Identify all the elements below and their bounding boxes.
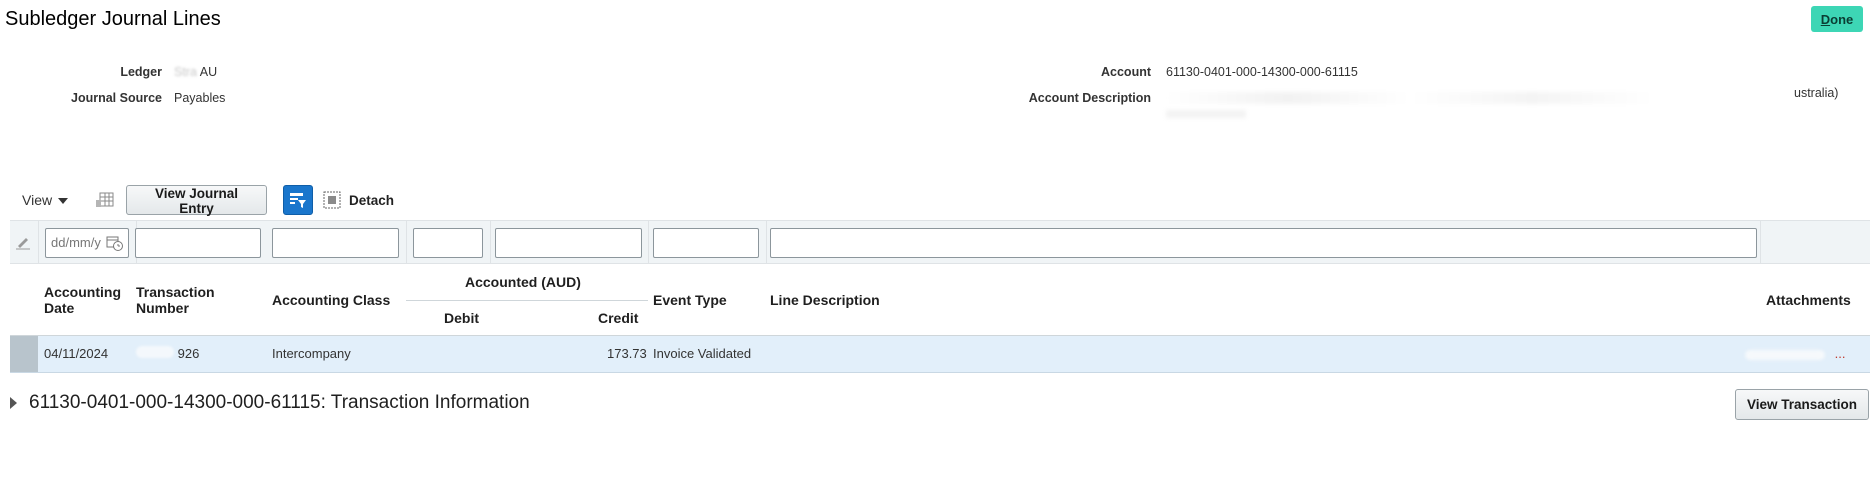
col-debit[interactable]: Debit (444, 310, 479, 326)
done-label: one (1830, 11, 1854, 27)
cell-transaction-number-text: 926 (177, 346, 200, 361)
debit-filter[interactable] (413, 228, 483, 258)
group-divider (406, 300, 648, 301)
column-divider (490, 221, 491, 263)
col-transaction-number-line2: Number (136, 300, 189, 316)
view-menu[interactable]: View (22, 192, 69, 208)
accounting-date-filter[interactable]: dd/mm/y (45, 228, 129, 258)
view-transaction-button[interactable]: View Transaction (1735, 389, 1869, 420)
account-label: Account (1101, 65, 1151, 79)
date-placeholder: dd/mm/y (51, 235, 101, 250)
column-divider (38, 221, 39, 263)
col-event-type[interactable]: Event Type (653, 292, 727, 308)
table-row[interactable]: 04/11/2024 926 Intercompany 173.73 Invoi… (10, 336, 1870, 373)
ledger-value-suffix: AU (199, 65, 218, 79)
col-attachments[interactable]: Attachments (1766, 292, 1851, 308)
table-header: Accounting Date Transaction Number Accou… (10, 264, 1870, 336)
transaction-number-filter[interactable] (135, 228, 261, 258)
detach-label: Detach (349, 192, 395, 208)
clear-filter-icon[interactable] (15, 234, 31, 253)
redacted-overlay (1166, 110, 1246, 118)
column-divider (648, 221, 649, 263)
page-title: Subledger Journal Lines (5, 8, 221, 30)
column-divider (766, 221, 767, 263)
cell-accounting-date: 04/11/2024 (44, 346, 109, 361)
redacted-overlay (1745, 349, 1825, 360)
account-description-value: ustralia) (1166, 86, 1856, 126)
ledger-label: Ledger (120, 65, 162, 79)
account-description-text: ustralia) (1794, 86, 1839, 100)
detach-button[interactable]: Detach (323, 185, 394, 215)
credit-filter[interactable] (495, 228, 642, 258)
journal-source-label: Journal Source (71, 91, 162, 105)
account-value: 61130-0401-000-14300-000-61115 (1166, 65, 1358, 79)
col-credit[interactable]: Credit (598, 310, 638, 326)
filter-row: dd/mm/y (10, 220, 1870, 264)
transaction-information-section[interactable]: 61130-0401-000-14300-000-61115: Transact… (10, 392, 530, 414)
expand-triangle-icon[interactable] (10, 397, 17, 409)
row-selector[interactable] (10, 336, 38, 372)
done-button[interactable]: Done (1811, 6, 1863, 32)
col-line-description[interactable]: Line Description (770, 292, 880, 308)
filter-icon (290, 193, 306, 208)
col-accounting-date-line1: Accounting (44, 284, 121, 300)
col-accounting-class[interactable]: Accounting Class (272, 292, 390, 308)
query-by-example-button[interactable] (283, 185, 313, 215)
accounting-class-filter[interactable] (272, 228, 399, 258)
freeze-columns-icon[interactable] (96, 192, 114, 211)
event-type-filter[interactable] (653, 228, 759, 258)
cell-credit: 173.73 (607, 346, 647, 361)
col-transaction-number-line1: Transaction (136, 284, 215, 300)
account-description-label: Account Description (1028, 91, 1151, 105)
redacted-overlay (136, 346, 174, 358)
journal-source-value: Payables (174, 91, 226, 105)
view-menu-label: View (22, 192, 53, 208)
attachment-link[interactable]: ... (1835, 346, 1846, 361)
cell-transaction-number: 926 (136, 346, 199, 361)
cell-event-type: Invoice Validated (653, 346, 752, 361)
cell-accounting-class: Intercompany (272, 346, 351, 361)
ledger-value-redacted: Stra (174, 65, 197, 79)
chevron-down-icon (58, 198, 69, 205)
column-divider (406, 221, 407, 263)
section-title: 61130-0401-000-14300-000-61115: Transact… (29, 392, 530, 413)
col-transaction-number[interactable]: Transaction Number (136, 284, 215, 316)
column-divider (1760, 221, 1761, 263)
line-description-filter[interactable] (770, 228, 1757, 258)
col-accounting-date[interactable]: Accounting Date (44, 284, 121, 316)
detach-icon (323, 191, 341, 209)
ledger-value: Stra AU (174, 65, 217, 79)
table-toolbar: View View Journal Entry Detach (0, 183, 1870, 217)
cell-attachments[interactable]: ... (1745, 346, 1865, 361)
done-accesskey: D (1820, 11, 1831, 27)
col-accounted-group: Accounted (AUD) (465, 274, 581, 290)
calendar-icon[interactable] (106, 234, 124, 252)
redacted-overlay (1166, 92, 1776, 104)
col-accounting-date-line2: Date (44, 300, 75, 316)
view-journal-entry-button[interactable]: View Journal Entry (126, 185, 267, 216)
